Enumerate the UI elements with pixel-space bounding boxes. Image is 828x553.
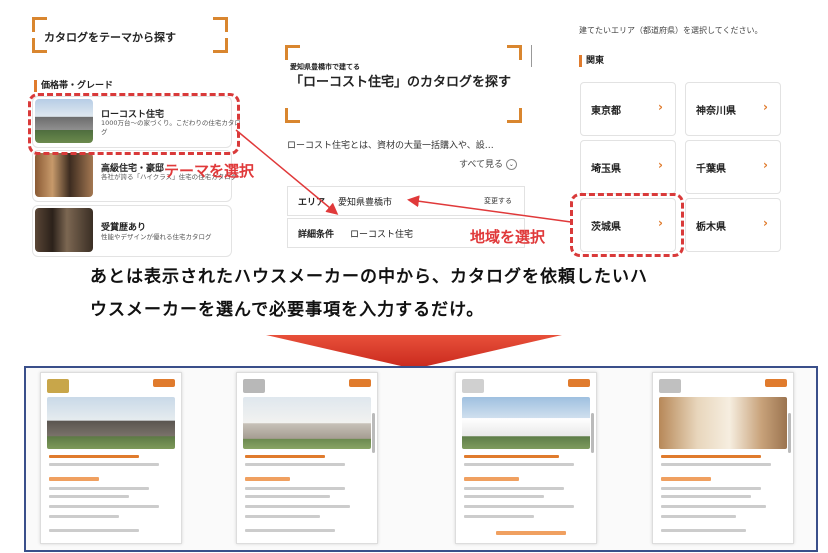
- maker-badge: [153, 379, 175, 387]
- maker-badge: [568, 379, 590, 387]
- instruction-line-2: ウスメーカーを選んで必要事項を入力するだけ。: [90, 300, 485, 320]
- down-arrow-icon: [266, 335, 562, 369]
- result-screenshot-4: [652, 372, 794, 544]
- maker-logo: [47, 379, 69, 393]
- scrollbar: [591, 413, 594, 453]
- maker-logo: [462, 379, 484, 393]
- maker-logo: [243, 379, 265, 393]
- maker-badge: [765, 379, 787, 387]
- annotation-arrows: [235, 129, 572, 223]
- result-screenshot-3: [455, 372, 597, 544]
- house-photo: [47, 397, 175, 449]
- result-screenshot-2: [236, 372, 378, 544]
- house-photo: [659, 397, 787, 449]
- arrow-region: [407, 195, 572, 223]
- maker-logo: [659, 379, 681, 393]
- maker-badge: [349, 379, 371, 387]
- house-photo: [243, 397, 371, 449]
- house-photo: [462, 397, 590, 449]
- result-screenshot-1: [40, 372, 182, 544]
- instruction-line-1: あとは表示されたハウスメーカーの中から、カタログを依頼したいハ: [90, 267, 648, 287]
- scrollbar: [788, 413, 791, 453]
- arrow-theme: [235, 129, 339, 215]
- scrollbar: [372, 413, 375, 453]
